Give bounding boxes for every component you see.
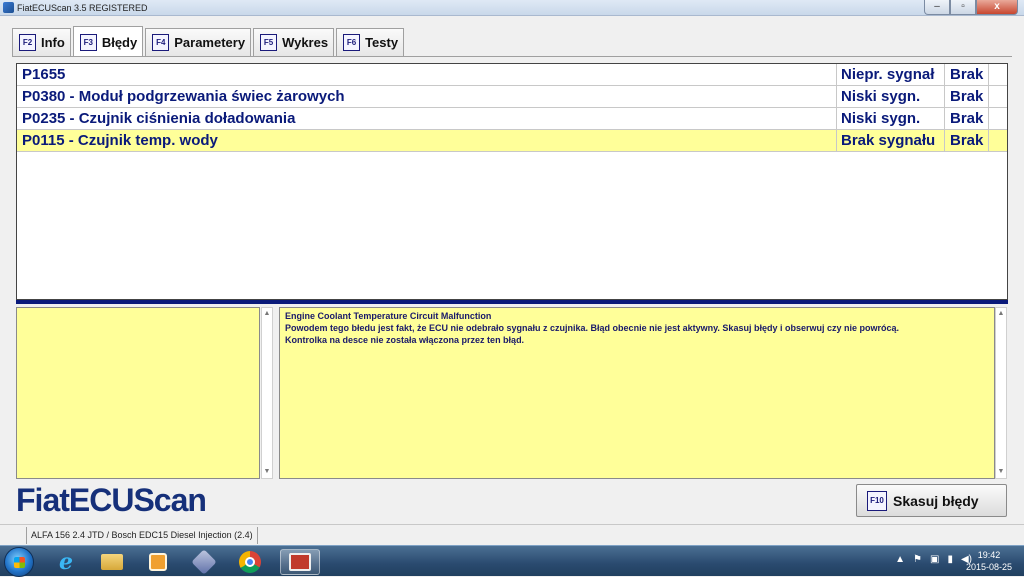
taskbar: e ▲ ⚑ ▣ ▮ ◀) 19:42 2015-08-25 [0, 545, 1024, 577]
clock-date: 2015-08-25 [965, 562, 1012, 572]
error-status: Brak [945, 86, 989, 108]
error-status: Brak [945, 64, 989, 86]
error-description-title: Engine Coolant Temperature Circuit Malfu… [285, 311, 492, 321]
minimize-button[interactable]: – [924, 0, 950, 15]
error-signal: Niski sygn. [837, 86, 945, 108]
status-bar: ALFA 156 2.4 JTD / Bosch EDC15 Diesel In… [0, 524, 1024, 545]
f2-key-icon: F2 [19, 34, 36, 51]
clock[interactable]: 19:42 2015-08-25 [966, 549, 1012, 573]
f5-key-icon: F5 [260, 34, 278, 51]
error-description-text: Powodem tego błedu jest fakt, że ECU nie… [285, 323, 899, 333]
tab-bledy[interactable]: F3 Błędy [72, 26, 144, 57]
info-panel-left[interactable] [16, 307, 260, 479]
tab-bar: F2 Info F3 Błędy F4 Parametery F5 Wykres… [12, 26, 406, 57]
internet-explorer-icon[interactable]: e [46, 549, 86, 575]
maximize-button[interactable]: ▫ [950, 0, 976, 15]
network-icon[interactable]: ▮ [947, 554, 953, 565]
tab-label: Błędy [101, 34, 138, 50]
tools-icon[interactable] [184, 549, 224, 575]
app-logo: FiatECUScan [16, 482, 207, 518]
device-icon[interactable]: ▣ [930, 554, 939, 565]
error-code: P0380 - Moduł podgrzewania świec żarowyc… [17, 86, 837, 108]
scroll-down-icon[interactable]: ▼ [262, 467, 272, 477]
clear-errors-label: Skasuj błędy [893, 492, 979, 509]
tab-parametery[interactable]: F4 Parametery [145, 28, 252, 56]
error-signal: Niepr. sygnał [837, 64, 945, 86]
scroll-up-icon[interactable]: ▲ [262, 309, 272, 319]
tab-label: Wykres [282, 35, 329, 50]
close-button[interactable]: x [976, 0, 1018, 15]
clock-time: 19:42 [977, 550, 1001, 560]
flag-icon[interactable]: ⚑ [913, 554, 922, 565]
window-title: FiatECUScan 3.5 REGISTERED [17, 3, 148, 13]
system-tray: ▲ ⚑ ▣ ▮ ◀) [895, 554, 972, 565]
error-extra [989, 108, 1007, 130]
scroll-up-icon[interactable]: ▲ [996, 309, 1006, 319]
error-row[interactable]: P0380 - Moduł podgrzewania świec żarowyc… [17, 86, 1007, 108]
chrome-icon[interactable] [230, 549, 270, 575]
tab-wykres[interactable]: F5 Wykres [253, 28, 335, 56]
error-description-panel[interactable]: Engine Coolant Temperature Circuit Malfu… [279, 307, 995, 479]
error-row[interactable]: P1655 Niepr. sygnał Brak [17, 64, 1007, 86]
error-extra [989, 130, 1007, 152]
window-controls: – ▫ x [924, 0, 1018, 15]
scroll-down-icon[interactable]: ▼ [996, 467, 1006, 477]
tab-label: Info [41, 35, 65, 50]
media-player-icon[interactable] [138, 549, 178, 575]
error-signal: Niski sygn. [837, 108, 945, 130]
error-description-note: Kontrolka na desce nie została włączona … [285, 335, 525, 345]
right-panel-scrollbar[interactable]: ▲ ▼ [995, 307, 1007, 479]
fiatecuscan-taskbar-icon[interactable] [280, 549, 320, 575]
tab-info[interactable]: F2 Info [12, 28, 71, 56]
error-row-selected[interactable]: P0115 - Czujnik temp. wody Brak sygnału … [17, 130, 1007, 152]
error-row[interactable]: P0235 - Czujnik ciśnienia doładowania Ni… [17, 108, 1007, 130]
section-divider [16, 300, 1008, 304]
left-panel-scrollbar[interactable]: ▲ ▼ [261, 307, 273, 479]
error-code: P0235 - Czujnik ciśnienia doładowania [17, 108, 837, 130]
clear-errors-button[interactable]: F10 Skasuj błędy [856, 484, 1007, 517]
start-button[interactable] [4, 547, 34, 577]
error-code: P0115 - Czujnik temp. wody [17, 130, 837, 152]
f10-key-icon: F10 [867, 490, 887, 511]
error-signal: Brak sygnału [837, 130, 945, 152]
app-icon [3, 2, 14, 13]
error-code: P1655 [17, 64, 837, 86]
tab-testy[interactable]: F6 Testy [336, 28, 405, 56]
tab-label: Testy [365, 35, 399, 50]
f3-key-icon: F3 [79, 33, 97, 51]
file-explorer-icon[interactable] [92, 549, 132, 575]
f6-key-icon: F6 [343, 34, 361, 51]
tab-label: Parametery [174, 35, 246, 50]
error-table: P1655 Niepr. sygnał Brak P0380 - Moduł p… [16, 63, 1008, 300]
title-bar: FiatECUScan 3.5 REGISTERED – ▫ x [0, 0, 1024, 16]
tray-expand-icon[interactable]: ▲ [895, 554, 905, 565]
error-extra [989, 64, 1007, 86]
error-status: Brak [945, 108, 989, 130]
vehicle-info: ALFA 156 2.4 JTD / Bosch EDC15 Diesel In… [26, 527, 258, 544]
error-extra [989, 86, 1007, 108]
error-status: Brak [945, 130, 989, 152]
f4-key-icon: F4 [152, 34, 170, 51]
